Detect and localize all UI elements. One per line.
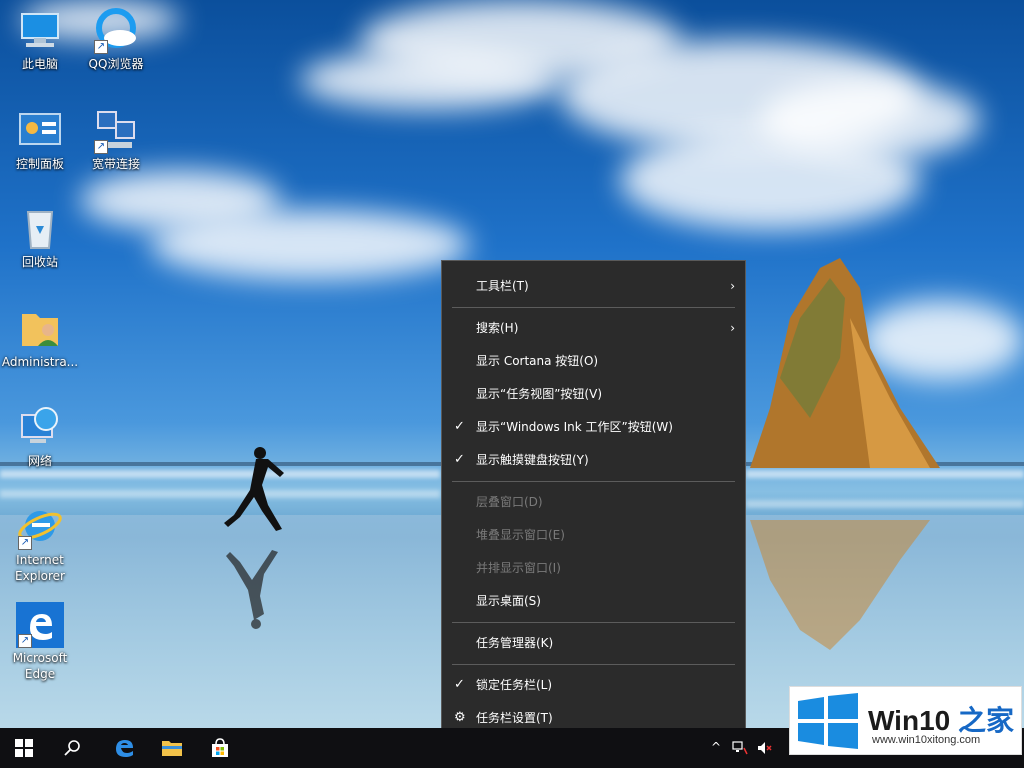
menu-item-label: 显示 Cortana 按钮(O) <box>476 354 599 368</box>
taskbar-context-menu: 工具栏(T) › 搜索(H) › 显示 Cortana 按钮(O) 显示“任务视… <box>441 260 746 742</box>
windows-logo-icon <box>798 693 858 749</box>
start-button[interactable] <box>0 728 48 768</box>
rock-reflection <box>750 520 930 650</box>
menu-item-stack-windows: 堆叠显示窗口(E) <box>442 519 745 551</box>
desktop-icon-user-folder[interactable]: Administra... <box>0 306 80 370</box>
watermark-brand-cn: 之家 <box>958 705 1015 736</box>
menu-item-show-task-view[interactable]: 显示“任务视图”按钮(V) <box>442 378 745 410</box>
menu-item-show-cortana[interactable]: 显示 Cortana 按钮(O) <box>442 345 745 377</box>
chevron-right-icon: › <box>730 279 735 293</box>
desktop-icon-broadband[interactable]: ↗ 宽带连接 <box>76 108 156 172</box>
desktop-icon-control-panel[interactable]: 控制面板 <box>0 108 80 172</box>
store-bag-icon <box>212 738 228 757</box>
menu-item-show-desktop[interactable]: 显示桌面(S) <box>442 585 745 617</box>
network-globe-icon <box>16 405 64 451</box>
menu-item-show-windows-ink[interactable]: ✓ 显示“Windows Ink 工作区”按钮(W) <box>442 411 745 443</box>
taskbar-file-explorer-button[interactable] <box>148 728 196 768</box>
windows-logo-icon <box>15 739 33 757</box>
menu-item-label: 显示触摸键盘按钮(Y) <box>476 453 589 467</box>
menu-item-label: 任务管理器(K) <box>476 636 554 650</box>
taskbar-store-button[interactable] <box>196 728 244 768</box>
desktop-icon-label: Internet Explorer <box>15 553 65 583</box>
qq-browser-icon: ↗ <box>92 8 140 54</box>
desktop-icon-recycle-bin[interactable]: 回收站 <box>0 206 80 270</box>
shortcut-arrow-icon: ↗ <box>94 140 108 154</box>
recycle-bin-icon <box>16 206 64 252</box>
menu-item-label: 搜索(H) <box>476 321 519 335</box>
shortcut-arrow-icon: ↗ <box>18 634 32 648</box>
menu-item-task-manager[interactable]: 任务管理器(K) <box>442 627 745 659</box>
menu-item-label: 层叠窗口(D) <box>476 495 543 509</box>
desktop-icon-label: Administra... <box>1 355 79 369</box>
menu-item-show-touch-keyboard[interactable]: ✓ 显示触摸键盘按钮(Y) <box>442 444 745 476</box>
menu-item-label: 显示桌面(S) <box>476 594 541 608</box>
watermark-brand-latin: Win10 <box>868 705 951 736</box>
menu-separator <box>452 622 735 623</box>
desktop-icon-this-pc[interactable]: 此电脑 <box>0 8 80 72</box>
menu-separator <box>452 307 735 308</box>
menu-item-label: 堆叠显示窗口(E) <box>476 528 565 542</box>
user-folder-icon <box>16 306 64 352</box>
watermark-brand: Win10 之家 <box>868 699 1014 739</box>
control-panel-icon <box>16 108 64 154</box>
taskbar-edge-button[interactable] <box>100 728 148 768</box>
chevron-right-icon: › <box>730 321 735 335</box>
menu-item-toolbars[interactable]: 工具栏(T) › <box>442 270 745 302</box>
menu-item-label: 工具栏(T) <box>476 279 529 293</box>
menu-item-search[interactable]: 搜索(H) › <box>442 312 745 344</box>
menu-item-lock-taskbar[interactable]: ✓ 锁定任务栏(L) <box>442 669 745 701</box>
site-watermark: Win10 之家 www.win10xitong.com <box>789 686 1022 755</box>
menu-item-label: 显示“任务视图”按钮(V) <box>476 387 603 401</box>
checkmark-icon: ✓ <box>454 677 465 692</box>
desktop[interactable]: 此电脑 ↗ QQ浏览器 控制面板 ↗ 宽带连接 回收站 Administra..… <box>0 0 1024 768</box>
desktop-icon-label: 控制面板 <box>15 157 64 171</box>
desktop-icon-network[interactable]: 网络 <box>0 405 80 469</box>
search-icon <box>64 740 80 756</box>
runner-reflection <box>226 550 278 629</box>
edge-icon: ↗ <box>16 602 64 648</box>
desktop-icon-label: Microsoft Edge <box>12 651 68 681</box>
menu-item-label: 并排显示窗口(I) <box>476 561 561 575</box>
desktop-icon-label: 宽带连接 <box>91 157 140 171</box>
rock-image <box>750 258 940 468</box>
shortcut-arrow-icon: ↗ <box>18 536 32 550</box>
internet-explorer-icon: ↗ <box>16 504 64 550</box>
menu-item-label: 锁定任务栏(L) <box>476 678 553 692</box>
menu-item-side-by-side: 并排显示窗口(I) <box>442 552 745 584</box>
desktop-icon-label: 此电脑 <box>21 57 58 71</box>
computer-icon <box>16 8 64 54</box>
volume-icon[interactable] <box>756 740 772 756</box>
desktop-icon-label: QQ浏览器 <box>88 57 144 71</box>
folder-icon <box>162 741 182 756</box>
checkmark-icon: ✓ <box>454 452 465 467</box>
search-button[interactable] <box>48 728 96 768</box>
desktop-icon-internet-explorer[interactable]: ↗ Internet Explorer <box>0 504 80 584</box>
menu-separator <box>452 664 735 665</box>
desktop-icon-microsoft-edge[interactable]: ↗ Microsoft Edge <box>0 602 80 682</box>
menu-item-cascade-windows: 层叠窗口(D) <box>442 486 745 518</box>
menu-item-label: 显示“Windows Ink 工作区”按钮(W) <box>476 420 673 434</box>
menu-separator <box>452 481 735 482</box>
watermark-url: www.win10xitong.com <box>872 734 981 746</box>
edge-icon <box>116 740 133 757</box>
chevron-up-icon[interactable]: ^ <box>708 740 724 756</box>
network-tray-icon[interactable] <box>732 740 748 756</box>
desktop-icon-label: 网络 <box>27 454 52 468</box>
checkmark-icon: ✓ <box>454 419 465 434</box>
network-connection-icon: ↗ <box>92 108 140 154</box>
runner-silhouette <box>224 447 284 531</box>
desktop-icon-label: 回收站 <box>21 255 58 269</box>
desktop-icon-qq-browser[interactable]: ↗ QQ浏览器 <box>76 8 156 72</box>
shortcut-arrow-icon: ↗ <box>94 40 108 54</box>
